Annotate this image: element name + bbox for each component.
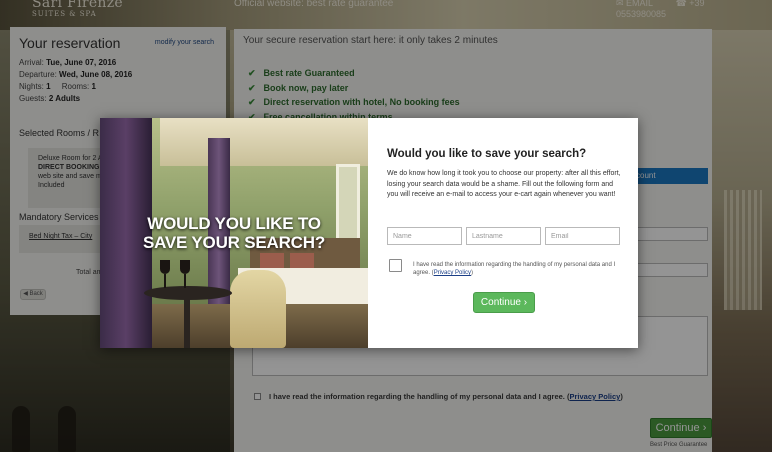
email-input[interactable]: [545, 227, 620, 245]
photo-table-leg: [184, 298, 190, 348]
modal-title: Would you like to save your search?: [387, 148, 587, 160]
name-input[interactable]: [387, 227, 462, 245]
photo-wine-glass: [160, 260, 170, 274]
photo-pillow: [290, 253, 314, 269]
modal-privacy-text-block: I have read the information regarding th…: [413, 261, 623, 277]
modal-privacy-checkbox[interactable]: [389, 259, 402, 272]
modal-privacy-close: ): [471, 270, 474, 276]
modal-continue-button[interactable]: Continue ›: [473, 292, 535, 313]
lastname-input[interactable]: [466, 227, 541, 245]
modal-body: Would you like to save your search? We d…: [387, 148, 623, 201]
photo-chair: [230, 270, 286, 348]
photo-wine-glass-stem: [184, 274, 186, 288]
photo-ceiling: [160, 118, 368, 166]
modal-continue-label: Continue: [480, 297, 521, 308]
photo-headline: WOULD YOU LIKE TO SAVE YOUR SEARCH?: [100, 214, 368, 252]
photo-pillow: [260, 253, 284, 269]
save-search-form: [387, 227, 623, 245]
photo-wine-glass-stem: [164, 274, 166, 288]
modal-description: We do know how long it took you to choos…: [387, 170, 621, 198]
photo-headline-line1: WOULD YOU LIKE TO: [147, 214, 321, 233]
photo-headline-line2: SAVE YOUR SEARCH?: [142, 233, 326, 252]
hotel-room-photo: WOULD YOU LIKE TO SAVE YOUR SEARCH?: [100, 118, 368, 348]
modal-privacy-policy-link[interactable]: Privacy Policy: [434, 270, 471, 276]
photo-wine-glass: [180, 260, 190, 274]
save-search-modal: WOULD YOU LIKE TO SAVE YOUR SEARCH? Woul…: [100, 118, 638, 348]
